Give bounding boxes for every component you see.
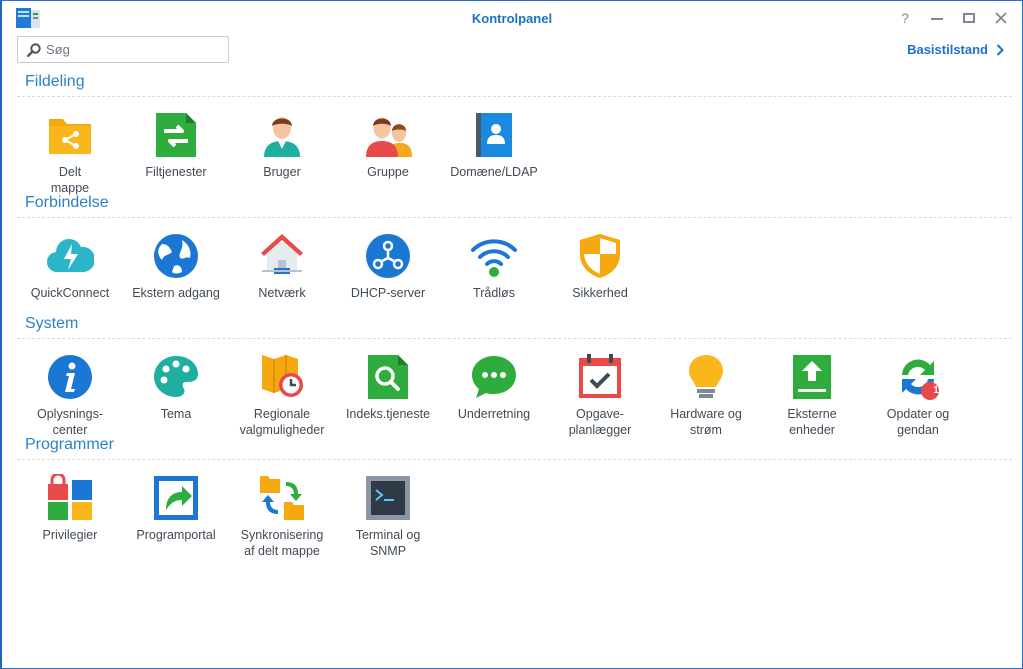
control-item-info-center[interactable]: Oplysnings- center <box>17 353 123 438</box>
control-item-label: Hardware og strøm <box>670 407 742 437</box>
section-divider <box>17 96 1012 97</box>
control-panel-window: Kontrolpanel ? Basistilstand Fildeling <box>0 0 1023 669</box>
group-icon <box>366 117 412 157</box>
control-item-hardware-power[interactable]: Hardware og strøm <box>653 353 759 438</box>
network-icon <box>261 234 303 274</box>
quickconnect-icon <box>47 239 94 273</box>
control-item-label: Eksterne enheder <box>787 407 837 437</box>
application-portal-icon <box>154 476 198 520</box>
control-item-network[interactable]: Netværk <box>229 232 335 301</box>
control-item-indexing-service[interactable]: Indeks.tjeneste <box>335 353 441 422</box>
control-item-group[interactable]: Gruppe <box>335 111 441 180</box>
terminal-snmp-icon <box>366 476 410 520</box>
control-item-external-devices[interactable]: Eksterne enheder <box>759 353 865 438</box>
control-item-label: Sikkerhed <box>572 286 628 300</box>
control-item-label: Synkronisering af delt mappe <box>240 528 324 558</box>
control-item-shared-folder-sync[interactable]: Synkronisering af delt mappe <box>229 474 335 559</box>
minimize-button[interactable] <box>926 9 948 27</box>
control-item-task-scheduler[interactable]: Opgave- planlægger <box>547 353 653 438</box>
dhcp-server-icon <box>366 234 410 278</box>
control-item-label: Programportal <box>136 528 216 542</box>
shared-folder-icon <box>49 119 91 154</box>
control-item-security[interactable]: Sikkerhed <box>547 232 653 301</box>
control-item-label: Terminal og SNMP <box>355 528 421 558</box>
minimize-icon <box>931 18 943 20</box>
control-item-application-portal[interactable]: Programportal <box>123 474 229 543</box>
basic-mode-label: Basistilstand <box>907 42 988 57</box>
control-item-label: Regionale valgmuligheder <box>239 407 325 437</box>
privileges-icon <box>48 474 92 520</box>
maximize-icon <box>963 13 975 23</box>
control-item-label: Indeks.tjeneste <box>345 407 431 421</box>
control-item-label: Underretning <box>457 407 531 421</box>
control-item-theme[interactable]: Tema <box>123 353 229 422</box>
control-item-label: Bruger <box>263 165 301 179</box>
section-title-applications: Programmer <box>25 436 114 453</box>
user-icon <box>264 117 300 157</box>
update-count-badge: 1 <box>933 385 939 396</box>
external-devices-icon <box>793 355 831 399</box>
wireless-icon <box>471 239 517 277</box>
external-access-icon <box>154 234 198 278</box>
control-item-label: Filtjenester <box>145 165 207 179</box>
control-item-update-restore[interactable]: 1 Opdater og gendan <box>865 353 971 438</box>
section-title-system: System <box>25 315 79 332</box>
control-item-wireless[interactable]: Trådløs <box>441 232 547 301</box>
control-item-shared-folder[interactable]: Delt mappe <box>17 111 123 196</box>
title-bar: Kontrolpanel ? <box>2 1 1022 35</box>
search-box <box>17 36 229 63</box>
section-divider <box>17 459 1012 460</box>
control-item-label: Tema <box>160 407 192 421</box>
control-item-terminal-snmp[interactable]: Terminal og SNMP <box>335 474 441 559</box>
notification-icon <box>472 356 516 398</box>
control-item-label: Domæne/LDAP <box>450 165 538 179</box>
control-item-user[interactable]: Bruger <box>229 111 335 180</box>
help-button[interactable]: ? <box>894 9 916 27</box>
hardware-power-icon <box>689 355 723 398</box>
control-item-dhcp-server[interactable]: DHCP-server <box>335 232 441 301</box>
control-item-privileges[interactable]: Privilegier <box>17 474 123 543</box>
control-item-label: Opdater og gendan <box>886 407 950 437</box>
control-item-label: Oplysnings- center <box>37 407 103 437</box>
control-item-notification[interactable]: Underretning <box>441 353 547 422</box>
file-services-icon <box>156 113 196 157</box>
control-item-external-access[interactable]: Ekstern adgang <box>123 232 229 301</box>
info-center-icon <box>48 355 92 399</box>
section-divider <box>17 338 1012 339</box>
task-scheduler-icon <box>579 354 621 398</box>
control-item-domain-ldap[interactable]: Domæne/LDAP <box>441 111 547 180</box>
control-item-file-services[interactable]: Filtjenester <box>123 111 229 180</box>
close-button[interactable] <box>990 9 1012 27</box>
control-item-label: DHCP-server <box>350 286 426 300</box>
section-title-file-sharing: Fildeling <box>25 73 85 90</box>
chevron-right-icon <box>996 43 1004 56</box>
shared-folder-sync-icon <box>260 476 304 520</box>
control-item-label: Opgave- planlægger <box>568 407 632 437</box>
window-title: Kontrolpanel <box>471 11 553 26</box>
control-item-label: Privilegier <box>42 528 98 542</box>
indexing-service-icon <box>368 355 408 399</box>
control-item-label: Trådløs <box>473 286 515 300</box>
control-item-label: Ekstern adgang <box>132 286 220 300</box>
search-input[interactable] <box>46 40 222 59</box>
control-item-label: QuickConnect <box>30 286 110 300</box>
regional-options-icon <box>262 355 303 397</box>
control-item-label: Gruppe <box>367 165 409 179</box>
close-icon <box>995 12 1007 24</box>
section-title-connectivity: Forbindelse <box>25 194 109 211</box>
security-icon <box>580 234 620 278</box>
control-item-label: Delt mappe <box>50 165 90 195</box>
control-item-label: Netværk <box>258 286 306 300</box>
theme-icon <box>154 356 198 397</box>
control-item-quickconnect[interactable]: QuickConnect <box>17 232 123 301</box>
search-icon <box>27 43 41 57</box>
maximize-button[interactable] <box>958 9 980 27</box>
control-item-regional-options[interactable]: Regionale valgmuligheder <box>229 353 335 438</box>
section-divider <box>17 217 1012 218</box>
domain-ldap-icon <box>476 113 512 157</box>
help-icon: ? <box>901 10 909 26</box>
basic-mode-link[interactable]: Basistilstand <box>907 42 1004 57</box>
